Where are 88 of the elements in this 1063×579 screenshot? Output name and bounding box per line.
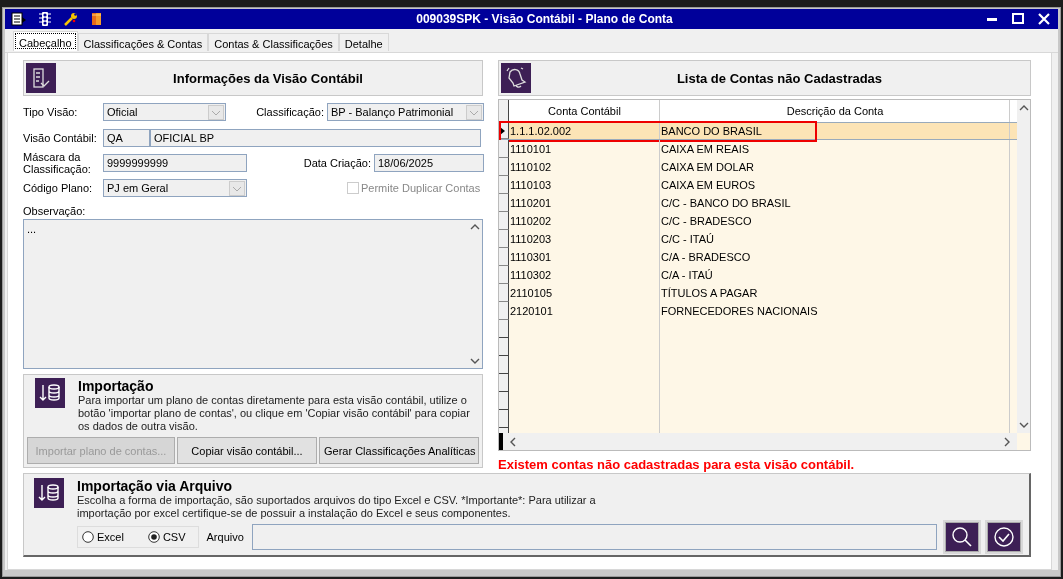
scroll-right-icon[interactable] [1003,436,1011,447]
field-label: Máscara da Classificação: [23,151,92,175]
database-import-icon [34,478,64,508]
field-label: Arquivo [206,531,244,543]
scroll-left-icon[interactable] [509,436,517,447]
bell-icon [501,63,531,93]
table-cell: CAIXA EM REAIS [660,140,1010,158]
radio-icon[interactable] [147,531,160,543]
text-field[interactable]: QA [103,129,150,147]
table-row[interactable]: 2120101 FORNECEDORES NACIONAIS [499,302,1017,320]
row-pointer-icon [499,126,505,135]
table-row[interactable]: 1110301 C/A - BRADESCO [499,248,1017,266]
table-cell: 1110103 [509,176,660,194]
column-header[interactable]: Conta Contábil [509,100,660,122]
text-field[interactable]: 9999999999 [103,154,247,172]
table-cell: C/A - BRADESCO [660,248,1010,266]
table-cell: 1110201 [509,194,660,212]
table-cell: 1.1.1.02.002 [509,123,660,139]
table-cell: 1110203 [509,230,660,248]
table-cell: CAIXA EM DOLAR [660,158,1010,176]
scroll-up-icon[interactable] [1018,104,1029,112]
table-row[interactable]: 1110201 C/C - BANCO DO BRASIL [499,194,1017,212]
section-title: Lista de Contas não Cadastradas [675,70,884,86]
table-row[interactable]: 2110105 TÍTULOS A PAGAR [499,284,1017,302]
field-label: Tipo Visão: [23,106,79,118]
table-row[interactable]: 1110202 C/C - BRADESCO [499,212,1017,230]
database-import-icon [35,378,65,408]
table-cell: 1110301 [509,248,660,266]
tab[interactable]: Cabeçalho [13,31,78,51]
dropdown-field[interactable]: BP - Balanço Patrimonial [327,103,484,121]
table-cell: 2120101 [509,302,660,320]
field-label: Código Plano: [23,182,94,194]
action-button[interactable]: Gerar Classificações Analíticas [319,437,479,464]
field-label: Observação: [23,205,87,217]
field-label: Classificação: [255,106,325,118]
scroll-up-icon[interactable] [470,223,480,231]
scroll-down-icon[interactable] [470,357,480,365]
table-row[interactable]: 1110203 C/C - ITAÚ [499,230,1017,248]
table-cell: 1110101 [509,140,660,158]
table-cell: C/C - BANCO DO BRASIL [660,194,1010,212]
traffic-light-icon[interactable] [37,12,53,26]
table-row[interactable]: 1110101 CAIXA EM REAIS [499,140,1017,158]
table-row[interactable]: 1110302 C/A - ITAÚ [499,266,1017,284]
field-label: Visão Contábil: [23,132,98,144]
table-cell: CAIXA EM EUROS [660,176,1010,194]
radio-option[interactable]: Excel [82,531,124,543]
table-cell: C/C - BRADESCO [660,212,1010,230]
check-circle-icon [991,524,1017,550]
tab[interactable]: Classificações & Contas [77,33,209,51]
section-title: Informações da Visão Contábil [172,70,364,86]
maximize-icon[interactable] [1010,12,1026,26]
table-cell: FORNECEDORES NACIONAIS [660,302,1010,320]
tab[interactable]: Contas & Classificações [208,33,339,51]
table-row[interactable]: 1110102 CAIXA EM DOLAR [499,158,1017,176]
table-cell: 2110105 [509,284,660,302]
dropdown-field[interactable]: Oficial [103,103,226,121]
warning-message: Existem contas não cadastradas para esta visão contábil. [498,457,856,472]
text-area[interactable]: ... [23,219,483,369]
section-title: Importação [78,378,155,394]
table-cell: 1110202 [509,212,660,230]
table-cell: C/C - ITAÚ [660,230,1010,248]
text-field[interactable]: 18/06/2025 [374,154,484,172]
table-cell: C/A - ITAÚ [660,266,1010,284]
description-text: Escolha a forma de importação, são suportados arquivos do tipo Excel e CSV. *Importante*: Para utilizar a importação por excel certifique-se de possuir a instalação do Excel e seus componentes. [77,494,597,520]
table-cell: 1110302 [509,266,660,284]
wrench-icon[interactable] [63,12,79,26]
search-button[interactable] [945,522,979,552]
description-text: Para importar um plano de contas diretamente para esta visão contábil, utilize o botão 'importar plano de contas', ou clique em 'Copiar visão contábil' para copiar os dados de outra visão. [78,394,471,433]
scroll-down-icon[interactable] [1018,421,1029,429]
close-icon[interactable] [1036,12,1052,26]
tab[interactable]: Detalhe [338,33,389,51]
dropdown-field[interactable]: PJ em Geral [103,179,247,197]
document-check-icon [26,63,56,93]
radio-icon[interactable] [82,531,94,543]
field-label: Data Criação: [302,157,372,169]
confirm-button[interactable] [987,522,1021,552]
text-field[interactable]: OFICIAL BP [150,129,481,147]
table-row[interactable]: 1110103 CAIXA EM EUROS [499,176,1017,194]
table-row[interactable]: 1.1.1.02.002 BANCO DO BRASIL [499,122,1017,140]
window-title: 009039SPK - Visão Contábil - Plano de Conta [415,12,674,26]
file-path-field[interactable] [251,524,937,550]
document-icon[interactable] [11,12,27,26]
table-cell: 1110102 [509,158,660,176]
action-button[interactable]: Copiar visão contábil... [177,437,317,464]
table-cell: BANCO DO BRASIL [660,123,1010,139]
table-cell: TÍTULOS A PAGAR [660,284,1010,302]
radio-option[interactable]: CSV [147,531,186,543]
section-title: Importação via Arquivo [77,478,234,494]
